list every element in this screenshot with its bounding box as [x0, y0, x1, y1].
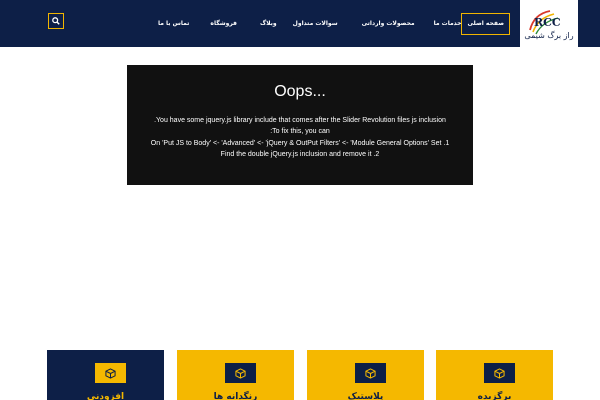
search-button[interactable]: [48, 13, 64, 29]
card-label: برگزیده: [477, 392, 512, 400]
nav-faq[interactable]: سوالات متداول: [293, 20, 338, 27]
card-icon-box: [95, 363, 126, 383]
box-icon: [494, 368, 505, 379]
main-nav: صفحه اصلی خدمات ما محصولات وارداتی سوالا…: [137, 0, 510, 47]
category-card-additives[interactable]: افزودنی: [47, 350, 164, 400]
error-title: Oops...: [274, 83, 326, 100]
logo-icon: RCC راز برگ شیمی: [524, 10, 574, 40]
error-line-3: 1. On 'Put JS to Body' <- 'Advanced' <- …: [150, 140, 450, 147]
site-header: صفحه اصلی خدمات ما محصولات وارداتی سوالا…: [0, 0, 600, 47]
site-logo[interactable]: RCC راز برگ شیمی: [520, 0, 578, 47]
box-icon: [365, 368, 376, 379]
logo-text: راز برگ شیمی: [524, 30, 573, 40]
revolution-slider-error: Oops... You have some jquery.js library …: [127, 65, 473, 185]
card-label: پلاستیک: [347, 392, 384, 400]
error-line-1: You have some jquery.js library include …: [154, 117, 446, 124]
error-line-4: 2. Find the double jQuery.js inclusion a…: [220, 151, 380, 158]
category-card-plastics[interactable]: پلاستیک: [307, 350, 424, 400]
card-label: رنگدانه ها: [213, 392, 258, 400]
error-line-2: To fix this, you can:: [270, 128, 330, 135]
nav-contact[interactable]: تماس با ما: [158, 20, 189, 27]
nav-blog[interactable]: وبلاگ: [260, 20, 277, 27]
nav-imported-products[interactable]: محصولات وارداتی: [362, 20, 415, 27]
box-icon: [105, 368, 116, 379]
nav-services[interactable]: خدمات ما: [434, 20, 462, 27]
box-icon: [235, 368, 246, 379]
logo-mark: RCC: [534, 16, 561, 29]
card-icon-box: [484, 363, 515, 383]
nav-shop[interactable]: فروشگاه: [210, 20, 237, 27]
card-icon-box: [225, 363, 256, 383]
nav-home[interactable]: صفحه اصلی: [461, 12, 510, 35]
search-icon: [52, 17, 60, 25]
card-icon-box: [355, 363, 386, 383]
category-card-pigments[interactable]: رنگدانه ها: [177, 350, 294, 400]
category-card-featured[interactable]: برگزیده: [436, 350, 553, 400]
card-label: افزودنی: [86, 392, 125, 400]
